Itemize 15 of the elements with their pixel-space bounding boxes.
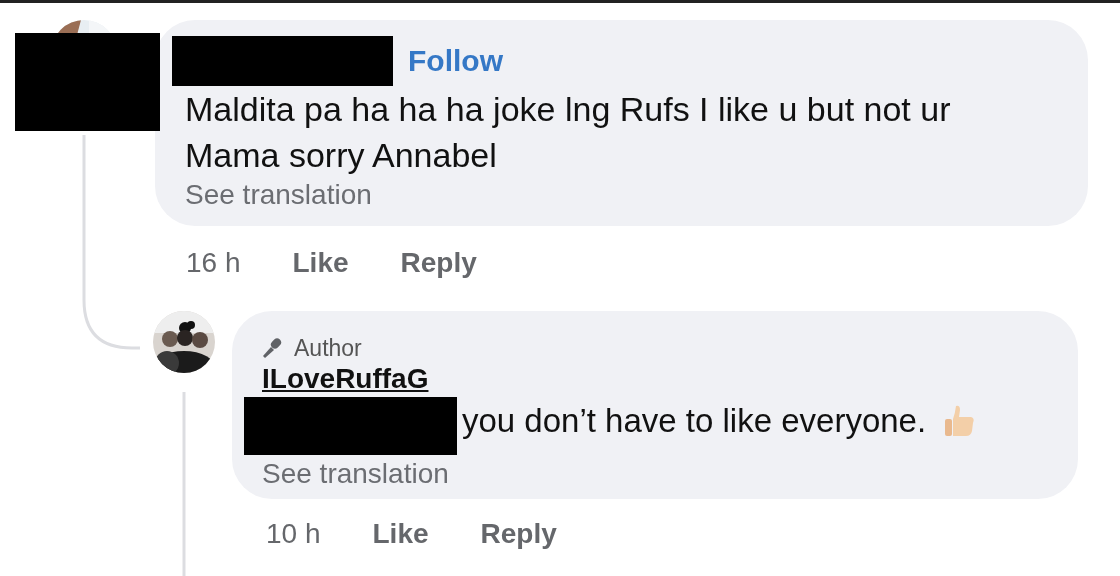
see-translation-link[interactable]: See translation: [262, 457, 449, 491]
action-link[interactable]: Reply: [480, 517, 557, 551]
action-link[interactable]: Reply: [400, 246, 477, 280]
comment-text: you don’t have to like everyone.: [462, 402, 927, 440]
comment-time: 16 h: [186, 246, 241, 280]
microphone-icon: [262, 337, 284, 359]
comment-text: Maldita pa ha ha ha joke lng Rufs I like u but not ur Mama sorry Annabel: [185, 89, 952, 176]
follow-link[interactable]: Follow: [408, 44, 503, 78]
comment-time: 10 h: [266, 517, 321, 551]
see-translation-link[interactable]: See translation: [185, 178, 372, 212]
thumbs-up-icon: [942, 404, 977, 438]
commenter-name[interactable]: ILoveRuffaG: [262, 363, 429, 395]
action-link[interactable]: Like: [292, 246, 349, 280]
action-link[interactable]: Like: [372, 517, 429, 551]
author-label: Author: [294, 334, 362, 362]
